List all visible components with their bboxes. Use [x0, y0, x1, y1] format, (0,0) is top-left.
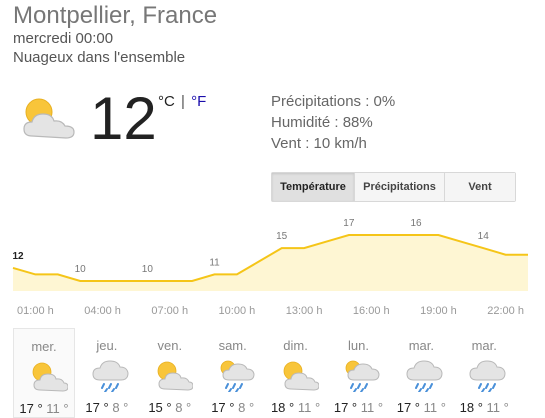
day-forecast[interactable]: dim. 18 ° 11 °: [265, 328, 327, 418]
day-low: 8 °: [171, 400, 192, 415]
day-name: mar.: [471, 338, 497, 353]
day-high: 17 °: [333, 400, 358, 415]
day-low: 11 °: [294, 400, 321, 415]
day-temperatures: 17 ° 8 °: [202, 400, 264, 415]
chart-value-label: 15: [276, 231, 288, 242]
chart-value-label: 14: [478, 231, 490, 242]
rain-icon: [404, 358, 444, 393]
chart-value-label: 10: [75, 264, 87, 275]
chart-tick-label: 10:00 h: [219, 305, 256, 317]
tab-temperature[interactable]: Température: [272, 173, 354, 201]
day-forecast[interactable]: mer. 17 ° 11 °: [13, 328, 75, 418]
weather-details: Précipitations : 0% Humidité : 88% Vent …: [271, 91, 395, 154]
current-weather-icon: [12, 90, 78, 144]
day-temperatures: 17 ° 11 °: [14, 401, 74, 416]
chart-area-fill: [13, 235, 528, 291]
temperature-chart: 12 10 10 11 15 17 16 14 01:00 h 04:00 h 07:00 h 10…: [12, 218, 528, 317]
chart-value-label: 16: [410, 218, 422, 229]
day-name: sam.: [218, 338, 247, 353]
day-temperatures: 17 ° 11 °: [390, 400, 452, 415]
day-low: 11 °: [42, 401, 69, 416]
datetime: mercredi 00:00: [13, 30, 114, 47]
condition-text: Nuageux dans l'ensemble: [13, 49, 186, 66]
unit-celsius[interactable]: °C: [158, 93, 175, 110]
chart-value-label: 10: [142, 264, 154, 275]
day-name: mer.: [31, 339, 57, 354]
chart-tick-label: 07:00 h: [151, 305, 188, 317]
chart-tick-label: 04:00 h: [84, 305, 121, 317]
day-high: 17 °: [19, 401, 43, 416]
day-temperatures: 17 ° 8 °: [76, 400, 138, 415]
day-temperatures: 18 ° 11 °: [453, 400, 515, 415]
chart-tick-label: 19:00 h: [420, 305, 457, 317]
humidity-detail: Humidité : 88%: [271, 114, 373, 131]
rain-sun-icon: [216, 358, 256, 393]
chart-tabs: Température Précipitations Vent: [271, 172, 516, 202]
location-title: Montpellier, France: [13, 2, 218, 29]
unit-fahrenheit[interactable]: °F: [191, 93, 206, 110]
day-name: dim.: [283, 338, 308, 353]
chart-tick-label: 22:00 h: [487, 305, 524, 317]
day-name: ven.: [157, 338, 183, 353]
rain-icon: [467, 358, 507, 393]
day-name: jeu.: [96, 338, 118, 353]
tab-precipitation[interactable]: Précipitations: [354, 173, 444, 201]
day-low: 11 °: [420, 400, 446, 415]
day-forecast[interactable]: sam. 17 ° 8 °: [202, 328, 264, 418]
day-name: mar.: [408, 338, 434, 353]
day-low: 8 °: [108, 400, 129, 415]
partly-cloudy-icon: [153, 358, 194, 392]
partly-cloudy-icon: [279, 358, 320, 392]
day-forecast[interactable]: mar. 17 ° 11 °: [390, 328, 452, 418]
day-forecast[interactable]: jeu. 17 ° 8 °: [76, 328, 138, 418]
chart-tick-label: 13:00 h: [286, 305, 323, 317]
wind-detail: Vent : 10 km/h: [271, 135, 367, 152]
chart-tick-label: 01:00 h: [17, 305, 54, 317]
unit-switch: °C | °F: [158, 93, 206, 110]
day-forecast[interactable]: lun. 17 ° 11 °: [327, 328, 389, 418]
day-high: 17 °: [211, 400, 235, 415]
day-high: 15 °: [148, 400, 172, 415]
day-high: 18 °: [270, 400, 295, 415]
rain-sun-icon: [341, 358, 381, 393]
tab-wind[interactable]: Vent: [444, 173, 515, 201]
unit-separator: |: [181, 93, 185, 110]
day-high: 17 °: [85, 400, 109, 415]
day-temperatures: 18 ° 11 °: [265, 400, 327, 415]
chart-value-label: 17: [343, 218, 355, 229]
day-forecast[interactable]: mar. 18 ° 11 °: [453, 328, 515, 418]
day-name: lun.: [347, 338, 369, 353]
chart-value-label: 11: [209, 257, 220, 268]
current-temperature: 12: [90, 85, 157, 152]
chart-tick-label: 16:00 h: [353, 305, 390, 317]
day-low: 11 °: [482, 400, 509, 415]
day-low: 8 °: [234, 400, 255, 415]
day-high: 17 °: [396, 400, 421, 415]
partly-cloudy-icon: [23, 98, 75, 139]
rain-icon: [90, 358, 130, 393]
partly-cloudy-icon: [28, 359, 69, 393]
day-temperatures: 15 ° 8 °: [139, 400, 201, 415]
day-temperatures: 17 ° 11 °: [327, 400, 389, 415]
day-forecast[interactable]: ven. 15 ° 8 °: [139, 328, 201, 418]
daily-forecast: mer. 17 ° 11 ° jeu. 17 ° 8 ° ven. 15 ° 8 ° sam…: [13, 328, 516, 418]
chart-value-label: 12: [12, 251, 24, 262]
day-high: 18 °: [459, 400, 483, 415]
precipitation-detail: Précipitations : 0%: [271, 93, 396, 110]
day-low: 11 °: [357, 400, 384, 415]
